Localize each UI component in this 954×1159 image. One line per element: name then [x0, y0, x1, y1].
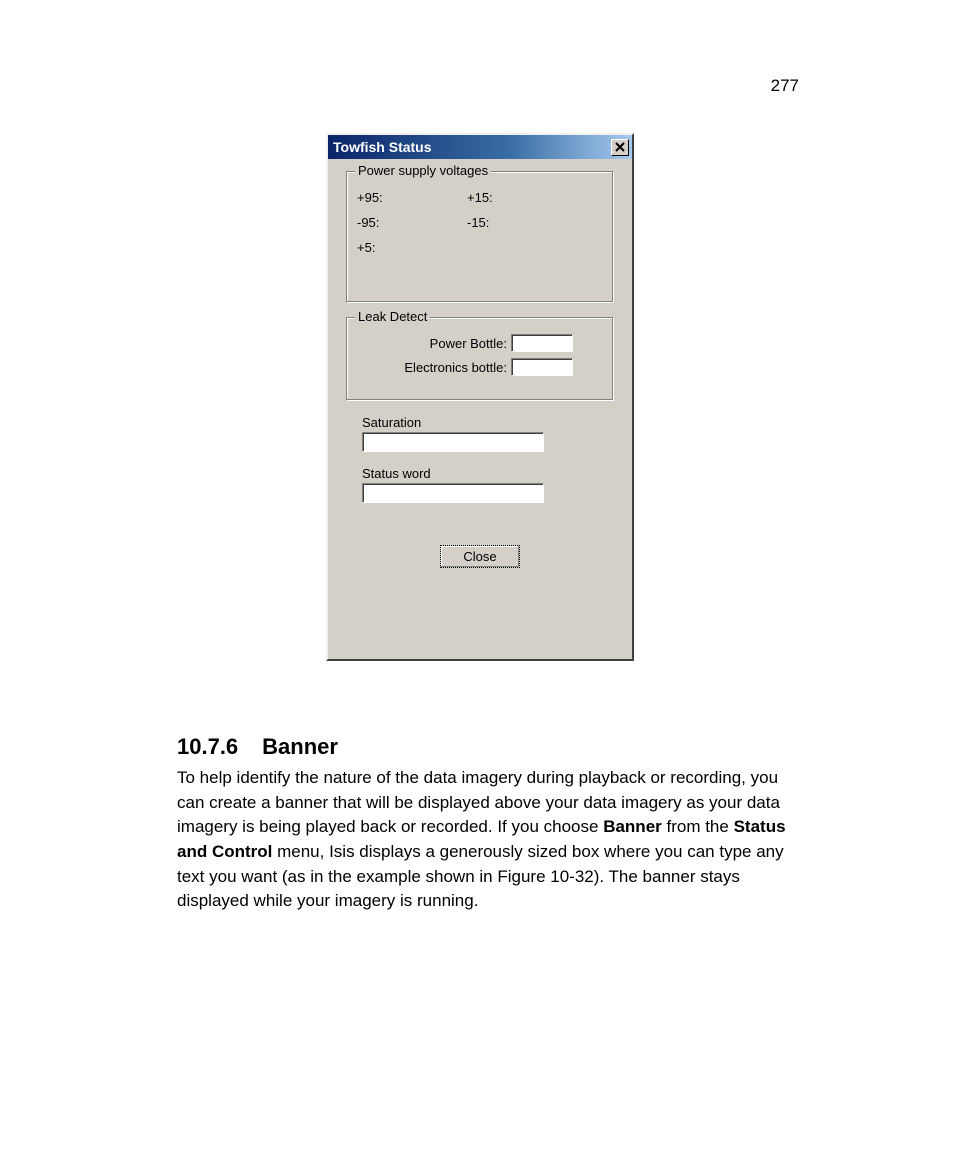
saturation-field[interactable] — [362, 432, 544, 452]
leak-detect-group: Leak Detect Power Bottle: Electronics bo… — [346, 317, 614, 401]
body-text-2: from the — [662, 817, 734, 836]
status-word-label: Status word — [362, 466, 614, 481]
voltage-neg95-label: -95: — [357, 215, 467, 230]
section-number: 10.7.6 — [177, 734, 238, 759]
saturation-label: Saturation — [362, 415, 614, 430]
electronics-bottle-label: Electronics bottle: — [357, 360, 511, 375]
towfish-status-dialog: Towfish Status Power supply voltages +95… — [326, 133, 634, 661]
bold-banner: Banner — [603, 817, 662, 836]
titlebar: Towfish Status — [328, 135, 632, 159]
dialog-body: Power supply voltages +95: +15: -95: -15… — [328, 159, 632, 586]
voltages-legend: Power supply voltages — [355, 163, 491, 178]
electronics-bottle-field — [511, 358, 573, 376]
power-bottle-field — [511, 334, 573, 352]
voltage-pos95-label: +95: — [357, 190, 467, 205]
close-button[interactable]: Close — [440, 545, 519, 568]
power-supply-voltages-group: Power supply voltages +95: +15: -95: -15… — [346, 171, 614, 303]
power-bottle-label: Power Bottle: — [357, 336, 511, 351]
status-word-section: Status word — [362, 466, 614, 503]
saturation-section: Saturation — [362, 415, 614, 452]
page-number: 277 — [771, 76, 799, 96]
section-title: Banner — [262, 734, 338, 759]
close-icon[interactable] — [611, 139, 629, 156]
voltage-pos5-label: +5: — [357, 240, 467, 255]
dialog-title: Towfish Status — [333, 139, 432, 155]
voltage-neg15-label: -15: — [467, 215, 577, 230]
section-body: To help identify the nature of the data … — [177, 766, 787, 914]
voltage-empty — [467, 240, 577, 255]
leak-legend: Leak Detect — [355, 309, 430, 324]
voltage-pos15-label: +15: — [467, 190, 577, 205]
status-word-field[interactable] — [362, 483, 544, 503]
section-heading: 10.7.6 Banner — [177, 734, 787, 760]
section-10-7-6: 10.7.6 Banner To help identify the nature… — [177, 734, 787, 914]
